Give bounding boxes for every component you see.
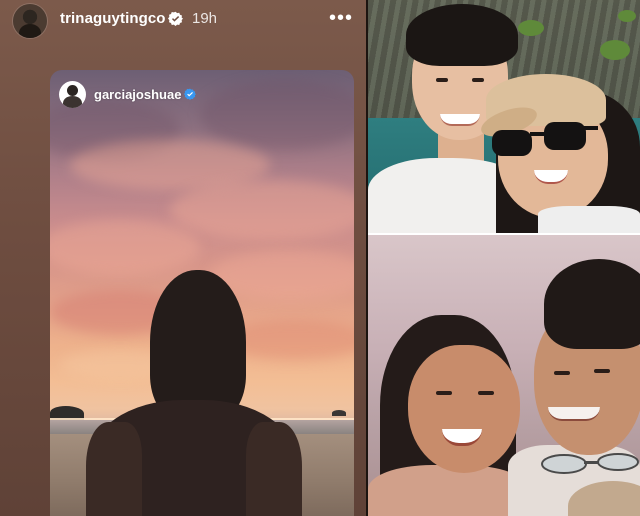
silhouette-arm-right xyxy=(246,422,302,516)
island-right xyxy=(332,410,346,416)
story-header: trinaguytingco 19h ••• xyxy=(0,0,368,38)
woman-shoulder xyxy=(368,465,528,516)
more-options-icon[interactable]: ••• xyxy=(326,6,356,30)
story-username[interactable]: trinaguytingco xyxy=(60,10,166,27)
eye xyxy=(436,78,448,82)
verified-icon xyxy=(168,11,183,26)
reshared-post-card[interactable]: garciajoshuae xyxy=(50,70,354,516)
woman-face xyxy=(408,345,520,473)
eye xyxy=(478,391,494,395)
silhouette-head xyxy=(150,270,246,420)
avatar[interactable] xyxy=(13,4,47,38)
eye xyxy=(472,78,484,82)
foliage xyxy=(518,20,544,36)
foliage xyxy=(618,10,636,22)
eye xyxy=(594,369,610,373)
eye xyxy=(554,371,570,375)
reshared-username[interactable]: garciajoshuae xyxy=(94,87,181,102)
story-viewer: trinaguytingco 19h ••• garciajoshuae xyxy=(0,0,368,516)
woman-shirt xyxy=(538,206,640,233)
silhouette-arm-left xyxy=(86,422,142,516)
man-hair xyxy=(406,4,518,66)
reshared-avatar[interactable] xyxy=(59,81,86,108)
photo-couple-selfie xyxy=(368,235,640,516)
man-smile xyxy=(548,407,600,421)
eye xyxy=(436,391,452,395)
sunglasses xyxy=(492,122,598,156)
verified-icon xyxy=(184,88,196,100)
foliage xyxy=(600,40,630,60)
man-smile xyxy=(440,114,480,126)
photo-couple-boat xyxy=(368,0,640,233)
sunglasses xyxy=(541,453,639,474)
man-hair xyxy=(544,259,640,349)
story-timestamp: 19h xyxy=(192,10,218,27)
